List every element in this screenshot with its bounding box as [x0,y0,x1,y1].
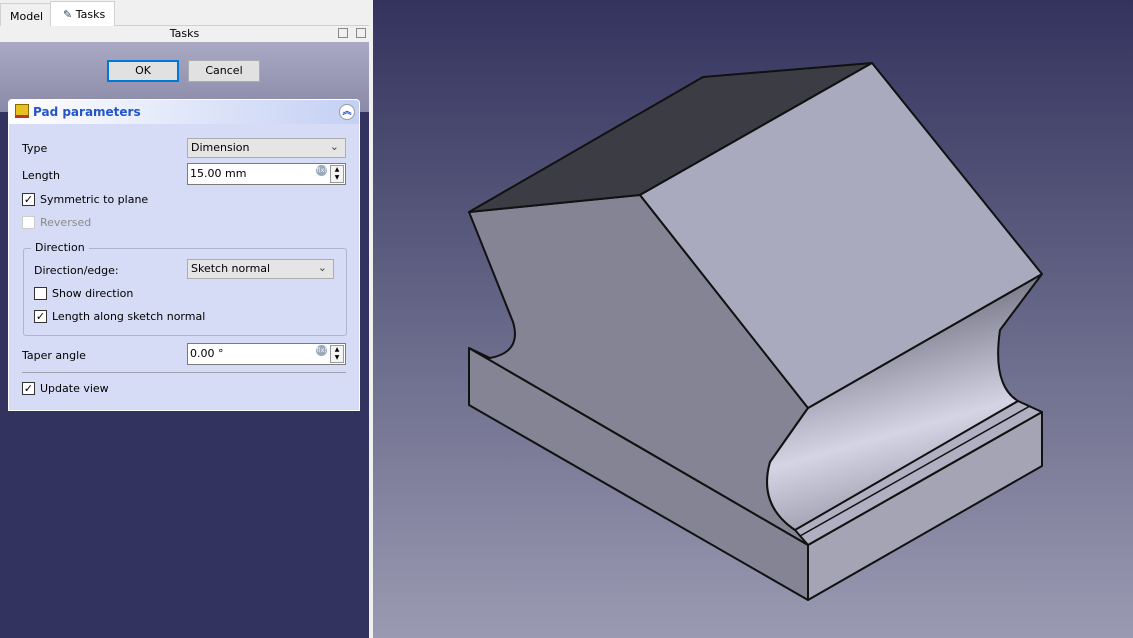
tab-tasks[interactable]: ✎ Tasks [50,1,116,27]
3d-viewport[interactable] [373,0,1133,638]
length-input[interactable]: 15.00 mm f(x) ▲ ▼ [187,163,346,185]
length-along-normal-checkbox[interactable]: ✓ Length along sketch normal [34,310,205,323]
tab-bar: Model ✎ Tasks [0,0,369,27]
pad-parameters-panel: Pad parameters ︽ Type Dimension ⌄ Length … [8,99,360,411]
tab-label: Model [10,10,44,23]
ok-button[interactable]: OK [107,60,179,82]
collapse-icon[interactable]: ︽ [339,104,355,120]
symmetric-checkbox[interactable]: ✓ Symmetric to plane [22,193,148,206]
panel-title: Tasks [169,27,200,40]
checkbox-unchecked[interactable] [34,287,47,300]
checkbox-label: Update view [40,382,109,395]
length-label: Length [22,169,60,182]
taper-angle-input[interactable]: 0.00 ° f(x) ▲ ▼ [187,343,346,365]
spin-arrows-icon[interactable]: ▲ ▼ [330,345,344,363]
checkbox-label: Reversed [40,216,92,229]
pad-icon [15,104,29,118]
checkbox-label: Length along sketch normal [52,310,206,323]
checkbox-label: Show direction [52,287,134,300]
direction-edge-label: Direction/edge: [34,264,119,277]
pad-3d-model [468,62,1043,601]
chevron-down-icon: ⌄ [329,140,339,153]
taper-angle-label: Taper angle [22,349,86,362]
type-label: Type [22,142,48,155]
reversed-checkbox[interactable]: Reversed [22,216,91,229]
divider [22,372,346,373]
expression-icon[interactable]: f(x) [316,165,327,176]
type-select[interactable]: Dimension ⌄ [187,138,346,158]
panel-title-bar: Tasks [0,26,369,42]
show-direction-checkbox[interactable]: Show direction [34,287,133,300]
panel-heading: Pad parameters [33,105,141,119]
direction-edge-select[interactable]: Sketch normal ⌄ [187,259,334,279]
float-icon[interactable] [356,28,366,38]
expression-icon[interactable]: f(x) [316,345,327,356]
tab-label: Tasks [75,8,106,21]
pad-parameters-header[interactable]: Pad parameters ︽ [9,100,359,124]
dock-icon[interactable] [338,28,348,38]
tab-model[interactable]: Model [0,3,54,26]
type-value: Dimension [191,141,250,154]
direction-edge-value: Sketch normal [191,262,271,275]
checkbox-unchecked[interactable] [22,216,35,229]
combo-view-panel: Model ✎ Tasks Tasks OK Cancel Pad parame… [0,0,369,638]
chevron-down-icon: ⌄ [317,261,327,274]
direction-group-title: Direction [31,241,89,254]
checkbox-checked[interactable]: ✓ [34,310,47,323]
length-value: 15.00 mm [190,167,247,180]
update-view-checkbox[interactable]: ✓ Update view [22,382,109,395]
taper-angle-value: 0.00 ° [190,347,224,360]
pencil-icon: ✎ [63,8,76,21]
cancel-button[interactable]: Cancel [188,60,260,82]
checkbox-checked[interactable]: ✓ [22,382,35,395]
checkbox-label: Symmetric to plane [40,193,149,206]
checkbox-checked[interactable]: ✓ [22,193,35,206]
spin-arrows-icon[interactable]: ▲ ▼ [330,165,344,183]
